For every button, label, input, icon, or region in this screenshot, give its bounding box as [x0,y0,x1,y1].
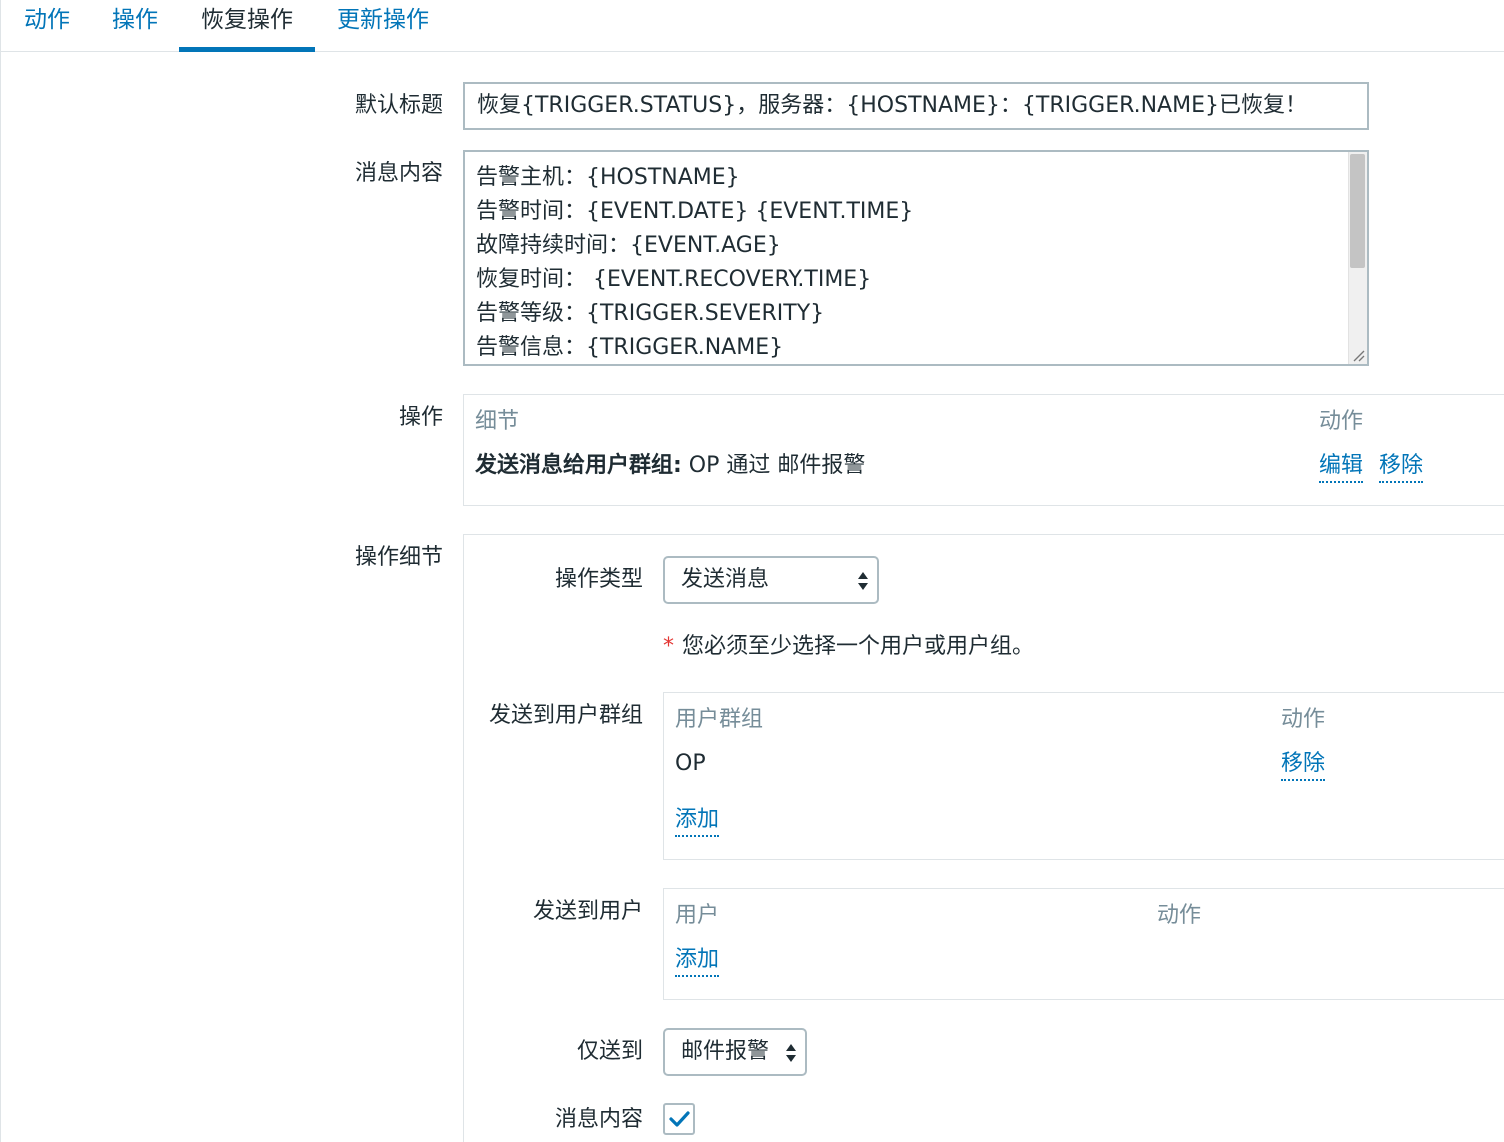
select-arrows-icon [786,1044,796,1062]
send-to-groups-label: 发送到用户群组 [488,703,643,728]
send-only-to-label: 仅送到 [576,1039,643,1064]
tab-recovery-operations[interactable]: 恢复操作 [193,0,301,52]
col-action-header: 动作 [1319,409,1364,434]
resize-grip-icon[interactable] [1351,348,1365,362]
operations-table: 细节 动作 发送消息给用户群组: OP 通过 邮件报警 编辑 移除 [463,394,1504,506]
message-line: 告警主机：{HOSTNAME} [476,165,740,190]
group-row-name: OP [675,751,706,776]
textarea-scrollbar[interactable] [1348,152,1367,364]
required-note: * 您必须至少选择一个用户或用户组。 [663,632,1034,662]
tab-bar: 动作 操作 恢复操作 更新操作 [1,0,1504,52]
users-col-action: 动作 [1157,903,1202,928]
scrollbar-thumb[interactable] [1350,154,1365,268]
message-label: 消息内容 [354,161,443,186]
add-group-link[interactable]: 添加 [675,805,720,837]
tab-operations[interactable]: 操作 [109,0,161,52]
tab-update-operations[interactable]: 更新操作 [333,0,433,52]
operations-label: 操作 [398,405,443,430]
message-textarea[interactable]: 告警主机：{HOSTNAME} 告警时间：{EVENT.DATE} {EVENT… [463,150,1369,366]
active-tab-indicator [179,47,315,52]
send-only-to-value: 邮件报警 [681,1039,770,1064]
groups-col-name: 用户群组 [675,707,764,732]
col-details-header: 细节 [475,409,520,434]
message-line: 故障持续时间：{EVENT.AGE} [476,233,781,258]
required-star: * [663,634,674,659]
send-to-users-label: 发送到用户 [532,899,643,924]
checkmark-icon [669,1111,690,1127]
user-groups-table: 用户群组 动作 OP 移除 添加 [663,692,1504,860]
message-line: 告警等级：{TRIGGER.SEVERITY} [476,301,825,326]
remove-operation-link[interactable]: 移除 [1379,451,1424,483]
groups-col-action: 动作 [1281,707,1326,732]
message-line: 告警时间：{EVENT.DATE} {EVENT.TIME} [476,199,914,224]
default-subject-label: 默认标题 [354,93,443,118]
operation-details-label: 操作细节 [354,545,443,570]
add-user-link[interactable]: 添加 [675,945,720,977]
edit-operation-link[interactable]: 编辑 [1319,451,1364,483]
operation-type-select[interactable]: 发送消息 [663,556,879,604]
users-table: 用户 动作 添加 [663,888,1504,1000]
send-only-to-select[interactable]: 邮件报警 [663,1028,807,1076]
operation-type-label: 操作类型 [554,567,643,592]
message-content-checkbox[interactable] [663,1103,695,1135]
required-note-text: 您必须至少选择一个用户或用户组。 [682,634,1035,659]
operation-type-value: 发送消息 [681,567,770,592]
operation-row-type: 发送消息给用户群组: [475,453,682,478]
operation-row-details: 发送消息给用户群组: OP 通过 邮件报警 [475,451,865,481]
recovery-operations-page: 动作 操作 恢复操作 更新操作 默认标题 恢复{TRIGGER.STATUS}，… [0,0,1504,1142]
message-content-label: 消息内容 [554,1107,643,1132]
remove-group-link[interactable]: 移除 [1281,749,1326,781]
tab-action[interactable]: 动作 [21,0,73,52]
message-line: 恢复时间： {EVENT.RECOVERY.TIME} [476,267,872,292]
operation-row-target: OP 通过 邮件报警 [681,453,866,478]
message-line: 告警信息：{TRIGGER.NAME} [476,335,784,360]
users-col-name: 用户 [675,903,720,928]
default-subject-input[interactable]: 恢复{TRIGGER.STATUS}，服务器：{HOSTNAME}：{TRIGG… [463,82,1369,130]
select-arrows-icon [858,572,868,590]
